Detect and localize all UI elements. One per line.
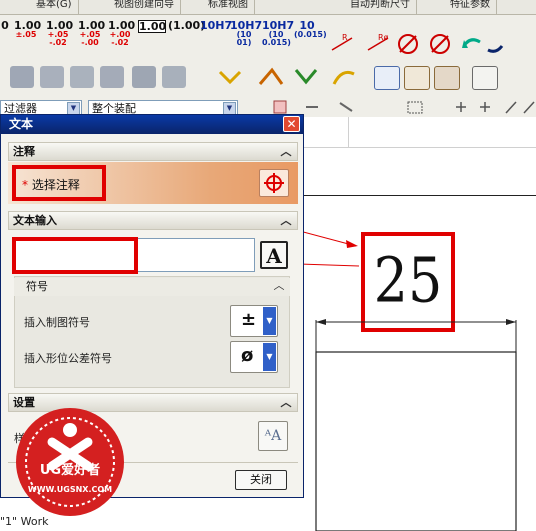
insert-gdt-symbol-label: 插入形位公差符号 [24,352,112,365]
crosshair-icon [264,173,284,193]
select-annotation-label[interactable]: * 选择注释 [22,176,80,193]
text-editor-button[interactable]: A [260,241,288,269]
chevron-up-icon[interactable]: ︿ [278,144,294,159]
gdt-symbol-select[interactable]: ø ▼ [230,341,278,373]
drafting-symbol-select[interactable]: ± ▼ [230,305,278,337]
text-input-highlight [12,237,138,274]
close-button[interactable]: 关闭 [235,470,287,490]
chevron-up-icon[interactable]: ︿ [278,395,294,410]
dropdown-arrow-icon: ▼ [263,307,276,335]
chevron-up-icon[interactable]: ︿ [271,278,287,293]
watermark-brand: UG爱好者 [39,463,101,478]
dialog-title: 文本 [1,115,303,134]
close-icon[interactable]: ✕ [283,116,300,132]
text-style-button[interactable]: ᴬA [258,421,288,451]
section-symbols[interactable]: 符号 ︿ [14,278,290,296]
insert-drafting-symbol-label: 插入制图符号 [24,316,90,329]
section-annotation[interactable]: 注释 ︿ [8,142,298,161]
dropdown-arrow-icon: ▼ [263,343,276,371]
section-text-input[interactable]: 文本输入 ︿ [8,211,298,230]
watermark-url: WWW.UGSNX.COM [27,485,113,494]
chevron-up-icon[interactable]: ︿ [278,213,294,228]
select-annotation-button[interactable] [259,169,289,197]
work-view-label: "1" Work [0,515,49,528]
